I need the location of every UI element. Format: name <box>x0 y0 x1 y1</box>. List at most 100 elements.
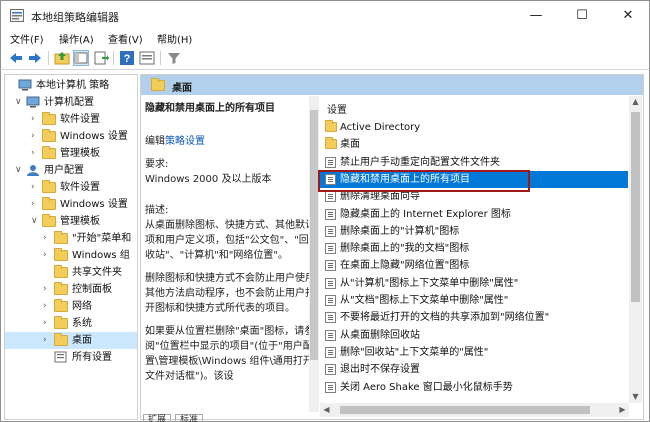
description-scroll-thumb[interactable] <box>310 110 318 360</box>
chevron-right-icon[interactable]: › <box>43 298 52 315</box>
setting-label: 不要将最近打开的文档的共享添加到"网络位置" <box>340 312 550 324</box>
menu-file[interactable]: 文件(F) <box>10 31 44 46</box>
toolbar-separator <box>48 51 49 65</box>
chevron-right-icon[interactable]: › <box>31 111 40 128</box>
tree-item[interactable]: › Windows 设置 <box>5 128 137 145</box>
tree-item[interactable]: › Windows 设置 <box>5 196 137 213</box>
policy-setting-icon <box>325 312 336 324</box>
policy-setting-row[interactable]: 删除桌面上的"我的文档"图标 <box>320 240 628 257</box>
menu-action[interactable]: 操作(A) <box>59 31 94 46</box>
chevron-right-icon[interactable]: › <box>43 315 52 332</box>
tree-item[interactable]: › 管理模板 <box>5 145 137 162</box>
folder-icon <box>42 197 56 210</box>
tree-item[interactable]: 所有设置 <box>5 349 137 366</box>
forward-arrow-icon[interactable] <box>27 50 43 66</box>
tree-item[interactable]: › 软件设置 <box>5 111 137 128</box>
tree-item[interactable]: › 桌面 <box>5 332 137 349</box>
tree-item-label: "开始"菜单和 <box>72 233 132 244</box>
up-folder-icon[interactable] <box>54 50 70 66</box>
folder-icon <box>42 180 56 193</box>
policy-setting-row[interactable]: 删除桌面上的"计算机"图标 <box>320 223 628 240</box>
tree-item[interactable]: 共享文件夹 <box>5 264 137 281</box>
tree-item[interactable]: › 系统 <box>5 315 137 332</box>
svg-text:?: ? <box>124 53 131 65</box>
policy-setting-icon <box>325 346 336 358</box>
policy-setting-row[interactable]: 在桌面上隐藏"网络位置"图标 <box>320 257 628 274</box>
folder-icon <box>325 120 337 133</box>
setting-label: 关闭 Aero Shake 窗口最小化鼠标手势 <box>340 381 513 393</box>
scroll-up-icon[interactable]: ▲ <box>629 96 642 108</box>
chevron-right-icon[interactable]: › <box>43 332 52 349</box>
filter-icon[interactable] <box>166 50 182 66</box>
tree-item[interactable]: › 软件设置 <box>5 179 137 196</box>
minimize-button[interactable]: — <box>513 1 559 30</box>
chevron-down-icon[interactable]: ∨ <box>31 213 40 230</box>
tree-item-label: 管理模板 <box>60 148 100 159</box>
tree-item[interactable]: ∨ 用户配置 <box>5 162 137 179</box>
tree-item[interactable]: › 控制面板 <box>5 281 137 298</box>
settings-list: Active Directory 桌面 禁止用户手动重定向配置文件文件夹 隐藏和禁用桌… <box>320 119 628 407</box>
policy-setting-icon <box>325 277 336 289</box>
menu-view[interactable]: 查看(V) <box>108 31 143 46</box>
policy-setting-row[interactable]: 禁止用户手动重定向配置文件文件夹 <box>320 154 628 171</box>
chevron-down-icon[interactable]: ∨ <box>15 162 24 179</box>
description-text-3: 如果要从位置栏删除"桌面"图标，请参阅"位置栏中显示的项目"(位于"用户配置\管… <box>145 326 315 382</box>
help-icon[interactable]: ? <box>119 50 135 66</box>
tree-item-label: Windows 组 <box>72 250 130 261</box>
tree-item[interactable]: ∨ 计算机配置 <box>5 94 137 111</box>
close-button[interactable]: ✕ <box>605 1 650 30</box>
policy-setting-row[interactable]: 从"计算机"图标上下文菜单中删除"属性" <box>320 275 628 292</box>
description-text-2: 删除图标和快捷方式不会防止用户使用其他方法启动程序，也不会防止用户打开图标和快捷… <box>145 273 315 314</box>
tree-item[interactable]: › Windows 组 <box>5 247 137 264</box>
properties-icon[interactable] <box>139 50 155 66</box>
maximize-button[interactable]: ☐ <box>559 1 605 30</box>
chevron-right-icon[interactable]: › <box>43 281 52 298</box>
settings-folder-row[interactable]: 桌面 <box>320 136 628 153</box>
tree-item-label: 控制面板 <box>72 284 112 295</box>
policy-setting-row[interactable]: 不要将最近打开的文档的共享添加到"网络位置" <box>320 309 628 326</box>
setting-label: 桌面 <box>340 139 360 151</box>
folder-icon <box>42 214 56 227</box>
chevron-right-icon[interactable]: › <box>43 247 52 264</box>
scroll-left-icon[interactable]: ◀ <box>320 403 333 417</box>
back-arrow-icon[interactable] <box>8 50 24 66</box>
description-panel: 隐藏和禁用桌面上的所有项目 编辑策略设置 要求: Windows 2000 及以… <box>145 101 315 392</box>
policy-setting-icon <box>325 295 336 306</box>
chevron-right-icon[interactable]: › <box>31 179 40 196</box>
chevron-right-icon[interactable]: › <box>43 230 52 247</box>
policy-setting-icon <box>325 191 336 203</box>
chevron-right-icon[interactable]: › <box>31 128 40 145</box>
show-hide-tree-icon[interactable] <box>73 50 89 66</box>
settings-column-header[interactable]: 设置 <box>327 101 347 116</box>
policy-setting-row[interactable]: 从"文档"图标上下文菜单中删除"属性" <box>320 292 628 309</box>
policy-setting-row[interactable]: 从桌面删除回收站 <box>320 327 628 344</box>
scroll-down-icon[interactable]: ▼ <box>629 391 642 403</box>
settings-folder-row[interactable]: Active Directory <box>320 119 628 136</box>
menu-help[interactable]: 帮助(H) <box>157 31 192 46</box>
tab-standard[interactable]: 标准 <box>175 414 204 422</box>
tree-item[interactable]: › "开始"菜单和 <box>5 230 137 247</box>
chevron-down-icon[interactable]: ∨ <box>15 94 24 111</box>
tree-item[interactable]: ∨ 管理模板 <box>5 213 137 230</box>
settings-vertical-scroll-thumb[interactable] <box>631 112 640 302</box>
chevron-right-icon[interactable]: › <box>31 145 40 162</box>
export-list-icon[interactable] <box>93 50 109 66</box>
group-policy-app-icon <box>10 9 24 22</box>
policy-setting-row[interactable]: 删除"回收站"上下文菜单的"属性" <box>320 344 628 361</box>
tree-item-label: 网络 <box>72 301 92 312</box>
folder-icon <box>42 129 56 142</box>
policy-setting-icon <box>325 329 336 341</box>
tab-extended[interactable]: 扩展 <box>143 414 172 422</box>
policy-setting-row[interactable]: 退出时不保存设置 <box>320 361 628 378</box>
edit-policy-link[interactable]: 策略设置 <box>165 136 205 147</box>
tree-item[interactable]: 本地计算机 策略 <box>5 77 137 94</box>
computer-icon <box>18 79 32 91</box>
scroll-right-icon[interactable]: ▶ <box>616 403 629 417</box>
settings-horizontal-scroll-thumb[interactable] <box>340 406 590 414</box>
chevron-right-icon[interactable]: › <box>31 196 40 213</box>
menu-bar: 文件(F) 操作(A) 查看(V) 帮助(H) <box>0 29 650 47</box>
policy-setting-row[interactable]: 隐藏桌面上的 Internet Explorer 图标 <box>320 206 628 223</box>
settings-list-icon <box>54 351 68 363</box>
tree-item[interactable]: › 网络 <box>5 298 137 315</box>
policy-setting-row[interactable]: 关闭 Aero Shake 窗口最小化鼠标手势 <box>320 379 628 396</box>
